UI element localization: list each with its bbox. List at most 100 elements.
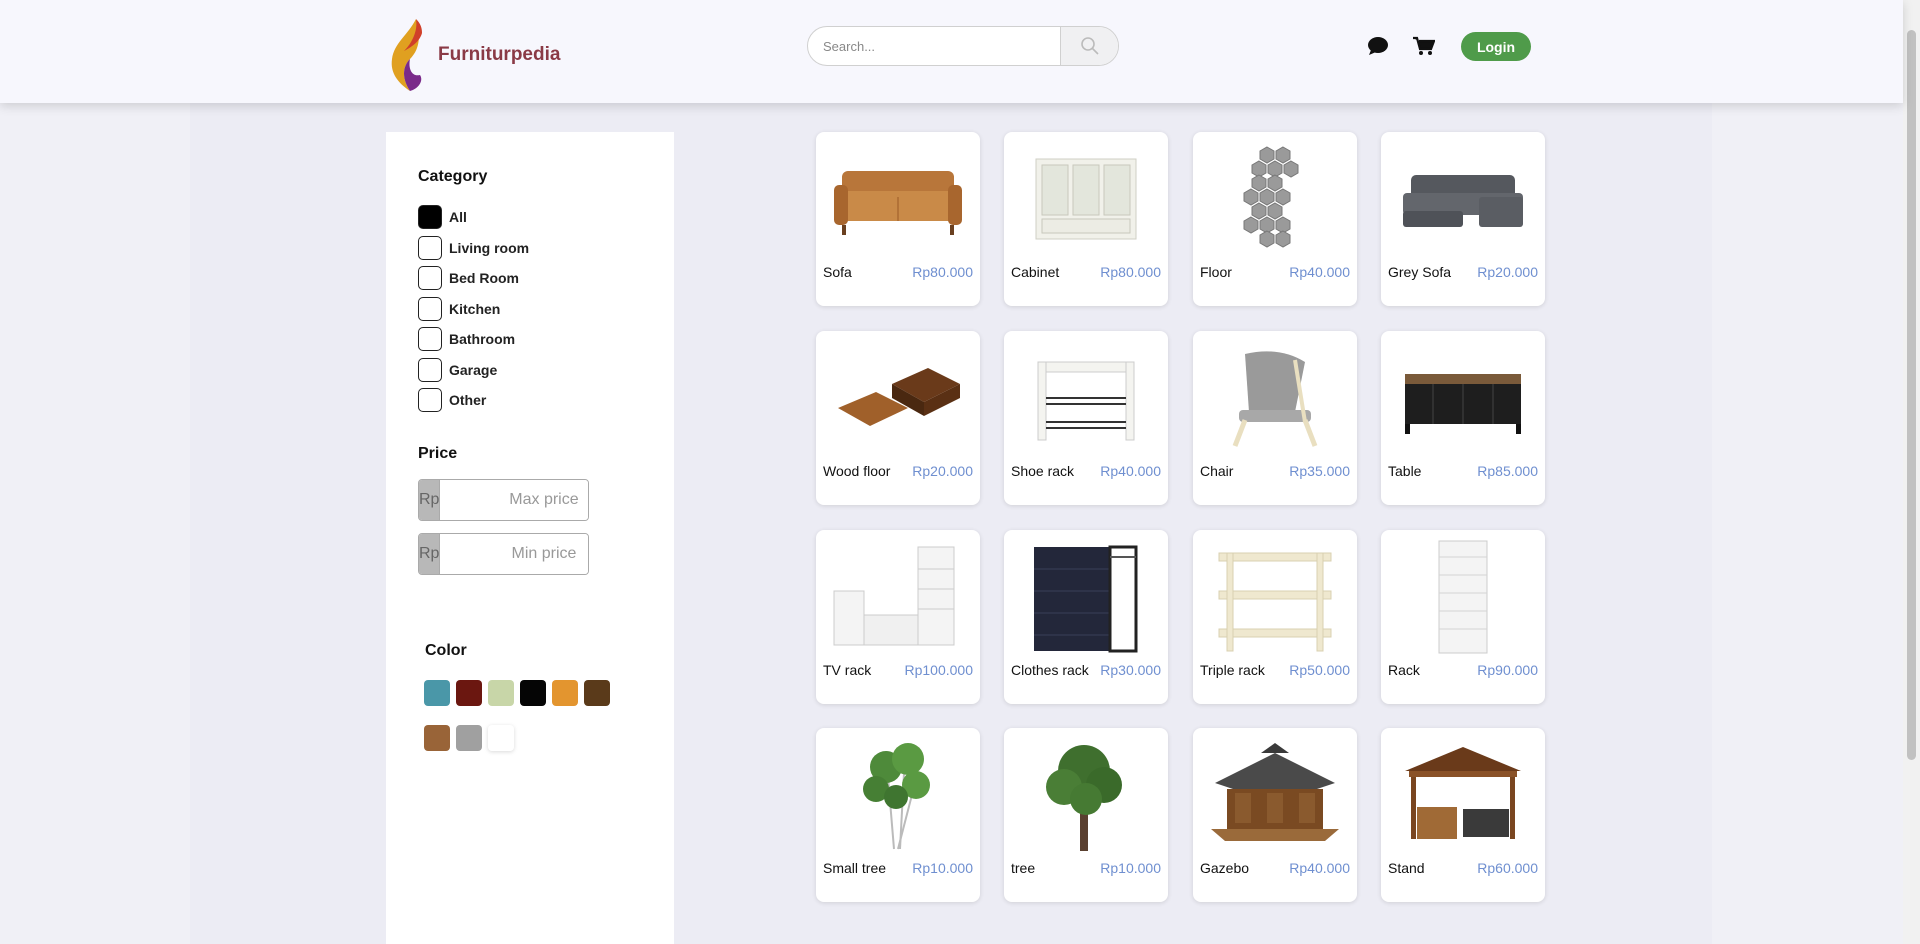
color-swatch[interactable] (552, 680, 578, 706)
wood-floor-icon[interactable] (824, 339, 972, 457)
category-option[interactable]: Living room (418, 235, 530, 260)
category-checkbox[interactable] (418, 266, 442, 290)
sofa-icon[interactable] (824, 140, 972, 258)
color-swatch[interactable] (488, 680, 514, 706)
shoe-rack-icon[interactable] (1012, 339, 1160, 457)
search-icon (1080, 37, 1099, 55)
product-name: Wood floor (823, 463, 891, 479)
filter-sidebar: Category All Living room Bed Room Kitchen Ba… (386, 132, 674, 944)
color-swatch[interactable] (488, 725, 514, 751)
category-option[interactable]: Bathroom (418, 327, 515, 351)
product-card[interactable]: Clothes rack Rp30.000 (1004, 530, 1168, 704)
product-card[interactable]: Stand Rp60.000 (1381, 728, 1545, 902)
hex-tiles-icon[interactable] (1201, 140, 1349, 258)
category-label: Living room (449, 239, 530, 256)
color-swatch[interactable] (424, 725, 450, 751)
product-price: Rp20.000 (1477, 264, 1538, 280)
product-price: Rp10.000 (1100, 860, 1161, 876)
tree-icon[interactable] (1012, 736, 1160, 854)
product-price: Rp30.000 (1100, 662, 1161, 678)
color-swatch[interactable] (456, 725, 482, 751)
product-card[interactable]: Chair Rp35.000 (1193, 331, 1357, 505)
product-card[interactable]: Small tree Rp10.000 (816, 728, 980, 902)
chair-icon[interactable] (1201, 339, 1349, 457)
product-card[interactable]: tree Rp10.000 (1004, 728, 1168, 902)
product-card[interactable]: Rack Rp90.000 (1381, 530, 1545, 704)
min-price-field: Rp (418, 533, 589, 575)
min-price-input[interactable] (440, 534, 588, 574)
product-card[interactable]: Wood floor Rp20.000 (816, 331, 980, 505)
max-price-input[interactable] (440, 480, 588, 520)
color-swatch[interactable] (520, 680, 546, 706)
search-button[interactable] (1060, 27, 1118, 65)
product-name: Cabinet (1011, 264, 1060, 280)
product-name: Floor (1200, 264, 1232, 280)
price-title: Price (418, 445, 458, 462)
product-price: Rp85.000 (1477, 463, 1538, 479)
small-tree-icon[interactable] (824, 736, 972, 854)
product-price: Rp100.000 (904, 662, 973, 678)
product-card[interactable]: TV rack Rp100.000 (816, 530, 980, 704)
color-swatch[interactable] (456, 680, 482, 706)
cart-button[interactable] (1412, 34, 1436, 58)
search-input[interactable] (808, 27, 1060, 65)
category-label: Garage (449, 361, 498, 378)
category-checkbox[interactable] (418, 235, 442, 260)
product-name: Triple rack (1200, 662, 1265, 678)
color-swatch[interactable] (584, 680, 610, 706)
product-name: tree (1011, 860, 1036, 876)
currency-label: Rp (419, 480, 441, 520)
product-price: Rp40.000 (1100, 463, 1161, 479)
category-label: Kitchen (449, 300, 501, 317)
product-name: Grey Sofa (1388, 264, 1452, 280)
category-option[interactable]: All (418, 205, 467, 229)
category-option[interactable]: Other (418, 388, 486, 412)
tv-table-icon[interactable] (1389, 339, 1537, 457)
tv-rack-icon[interactable] (824, 538, 972, 656)
category-checkbox[interactable] (418, 296, 442, 321)
page: Furniturpedia Login Category All Living r… (0, 0, 1920, 944)
cabinet-icon[interactable] (1012, 140, 1160, 258)
stand-icon[interactable] (1389, 736, 1537, 854)
clothes-rack-icon[interactable] (1012, 538, 1160, 656)
triple-rack-icon[interactable] (1201, 538, 1349, 656)
color-swatch[interactable] (424, 680, 450, 706)
product-price: Rp50.000 (1289, 662, 1350, 678)
cart-icon (1413, 36, 1435, 55)
logo[interactable]: Furniturpedia (388, 17, 560, 93)
product-card[interactable]: Grey Sofa Rp20.000 (1381, 132, 1545, 306)
category-label: Bathroom (449, 331, 516, 347)
product-card[interactable]: Sofa Rp80.000 (816, 132, 980, 306)
product-price: Rp40.000 (1289, 264, 1350, 280)
chat-icon (1368, 37, 1388, 55)
bookshelf-icon[interactable] (1389, 538, 1537, 656)
category-option[interactable]: Garage (418, 357, 498, 382)
scrollbar[interactable] (1903, 0, 1920, 944)
grey-sofa-icon[interactable] (1389, 140, 1537, 258)
color-title: Color (425, 642, 467, 659)
product-price: Rp60.000 (1477, 860, 1538, 876)
product-price: Rp90.000 (1477, 662, 1538, 678)
brand-name: Furniturpedia (438, 44, 561, 65)
product-card[interactable]: Shoe rack Rp40.000 (1004, 331, 1168, 505)
max-price-field: Rp (418, 479, 589, 521)
product-name: Rack (1388, 662, 1420, 678)
product-card[interactable]: Triple rack Rp50.000 (1193, 530, 1357, 704)
category-checkbox[interactable] (418, 357, 442, 382)
product-price: Rp80.000 (912, 264, 973, 280)
category-checkbox[interactable] (418, 327, 442, 351)
product-price: Rp40.000 (1289, 860, 1350, 876)
category-option[interactable]: Kitchen (418, 296, 501, 321)
category-checkbox[interactable] (418, 388, 442, 412)
category-checkbox[interactable] (418, 205, 442, 229)
product-card[interactable]: Cabinet Rp80.000 (1004, 132, 1168, 306)
product-name: Chair (1200, 463, 1234, 479)
product-card[interactable]: Floor Rp40.000 (1193, 132, 1357, 306)
scrollbar-thumb[interactable] (1907, 30, 1916, 760)
product-card[interactable]: Gazebo Rp40.000 (1193, 728, 1357, 902)
gazebo-icon[interactable] (1201, 736, 1349, 854)
chat-button[interactable] (1366, 34, 1390, 58)
product-card[interactable]: Table Rp85.000 (1381, 331, 1545, 505)
category-option[interactable]: Bed Room (418, 266, 519, 290)
login-button[interactable]: Login (1461, 32, 1531, 61)
